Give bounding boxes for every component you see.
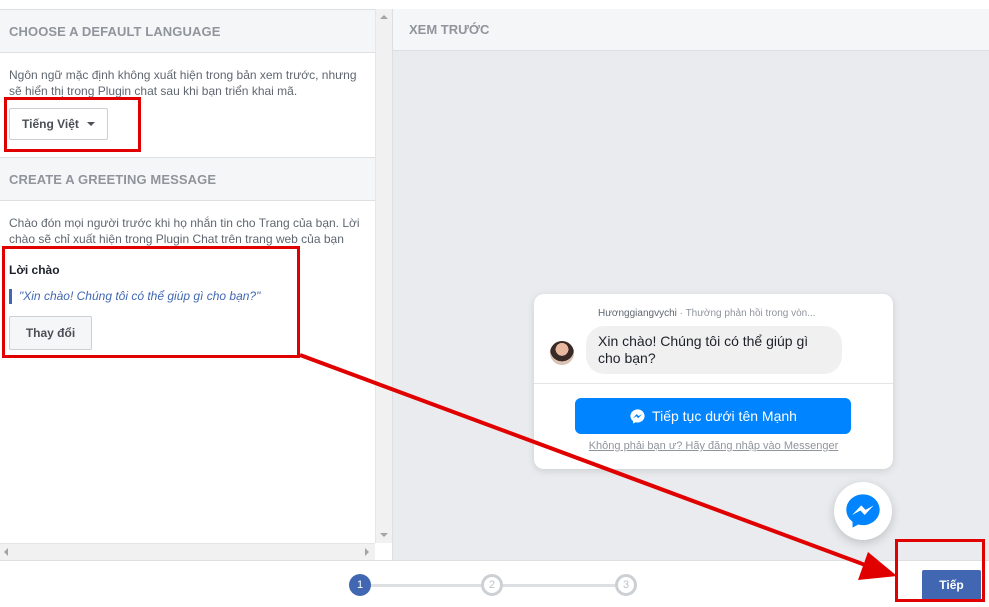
not-you-link[interactable]: Không phải bạn ư? Hãy đăng nhập vào Mess… <box>534 440 893 452</box>
annotation-box-greeting <box>2 246 300 358</box>
messenger-icon <box>846 494 880 528</box>
divider <box>534 383 893 384</box>
response-time: · Thường phản hồi trong vòn... <box>679 308 816 319</box>
scroll-down-icon[interactable] <box>380 533 388 537</box>
preview-title: XEM TRƯỚC <box>409 22 490 37</box>
wizard-footer: 1 2 3 Tiếp <box>0 560 989 607</box>
messenger-icon <box>630 408 645 424</box>
chat-message-area: Hươnggiangvychi · Thường phản hồi trong … <box>534 294 893 383</box>
greeting-bubble: Xin chào! Chúng tôi có thể giúp gì cho b… <box>586 326 842 374</box>
preview-panel: XEM TRƯỚC Hươnggiangvychi · Thường phản … <box>392 9 989 560</box>
annotation-box-next <box>895 539 985 602</box>
scroll-left-icon[interactable] <box>4 548 8 556</box>
step-connector <box>369 584 483 587</box>
continue-as-label: Tiếp tục dưới tên Mạnh <box>652 408 797 424</box>
messenger-chat-button[interactable] <box>834 482 892 540</box>
language-description: Ngôn ngữ mặc định không xuất hiện trong … <box>9 68 357 98</box>
step-progress: 1 2 3 <box>349 574 639 596</box>
step-1: 1 <box>349 574 371 596</box>
scroll-up-icon[interactable] <box>380 15 388 19</box>
page-name: Hươnggiangvychi <box>598 308 677 319</box>
step-connector <box>503 584 617 587</box>
annotation-box-language <box>4 97 141 152</box>
language-section-title: CHOOSE A DEFAULT LANGUAGE <box>9 23 221 39</box>
chat-plugin-card: Hươnggiangvychi · Thường phản hồi trong … <box>534 294 893 469</box>
scroll-right-icon[interactable] <box>365 548 369 556</box>
greeting-description: Chào đón mọi người trước khi họ nhắn tin… <box>9 216 360 246</box>
avatar <box>550 341 574 365</box>
page-info: Hươnggiangvychi · Thường phản hồi trong … <box>598 308 816 319</box>
preview-header: XEM TRƯỚC <box>393 9 989 51</box>
greeting-section-title: CREATE A GREETING MESSAGE <box>9 171 217 187</box>
horizontal-scrollbar[interactable] <box>0 543 375 560</box>
step-3: 3 <box>615 574 637 596</box>
greeting-section-header: CREATE A GREETING MESSAGE <box>0 157 375 201</box>
continue-as-button[interactable]: Tiếp tục dưới tên Mạnh <box>575 398 851 434</box>
step-2: 2 <box>481 574 503 596</box>
vertical-scrollbar[interactable] <box>375 9 392 543</box>
language-section-header: CHOOSE A DEFAULT LANGUAGE <box>0 9 375 53</box>
